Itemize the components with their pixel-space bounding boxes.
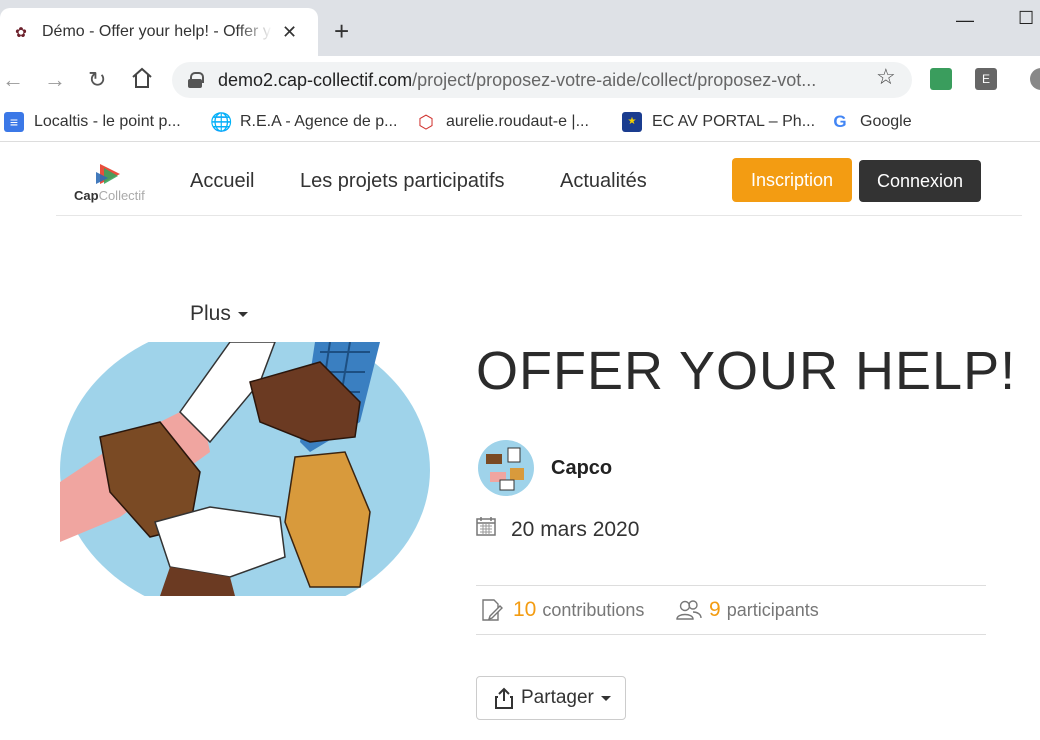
logo-text: CapCollectif [74,188,145,203]
bookmark-star-icon[interactable]: ☆ [876,64,896,90]
share-icon [495,687,513,709]
globe-icon: 🌐 [210,112,233,132]
logo-blue-triangle-icon [96,172,108,184]
author-avatar[interactable] [478,440,534,496]
nav-home-link[interactable]: Accueil [190,170,254,193]
bookmark-label: Localtis - le point p... [34,113,181,130]
participants-stat: 9 participants [709,598,819,622]
participants-label: participants [726,600,819,620]
site-header: CapCollectif Accueil Les projets partici… [56,150,1022,216]
tab-title: Démo - Offer your help! - Offer y [42,23,271,40]
contributions-count: 10 [513,598,537,621]
reload-icon[interactable]: ↻ [88,66,106,94]
browser-tab[interactable]: ✿ Démo - Offer your help! - Offer y ✕ [0,8,318,56]
project-date: 20 mars 2020 [511,518,640,541]
extension-sheets-icon[interactable] [930,68,952,90]
login-button[interactable]: Connexion [859,160,981,202]
tab-close-icon[interactable]: ✕ [282,22,297,43]
bookmark-label: Google [860,113,912,130]
home-icon[interactable] [130,66,154,97]
bookmarks-bar: ≡ Localtis - le point p... 🌐 R.E.A - Age… [0,104,1040,142]
project-cover-image [60,342,430,596]
address-bar[interactable]: demo2.cap-collectif.com/project/proposez… [172,62,912,98]
share-label: Partager [521,687,594,708]
bookmark-label: aurelie.roudaut-e |... [446,113,589,130]
eu-flag-icon: ★ [622,112,642,132]
bookmark-item[interactable]: ≡ Localtis - le point p... [4,112,181,132]
forward-icon[interactable]: → [44,66,66,94]
bookmark-item[interactable]: ⬡ aurelie.roudaut-e |... [416,112,589,132]
hexagon-icon: ⬡ [418,112,434,132]
users-icon [676,598,702,622]
more-dropdown[interactable]: Plus [190,302,248,326]
project-title: OFFER YOUR HELP! [476,341,1017,401]
browser-tab-bar: ✿ Démo - Offer your help! - Offer y ✕ + … [0,0,1040,56]
nav-projects-link[interactable]: Les projets participatifs [300,170,505,193]
profile-avatar-icon[interactable] [1030,68,1040,90]
url-text: demo2.cap-collectif.com/project/proposez… [218,69,817,90]
lock-icon [188,72,204,88]
bookmark-item[interactable]: G Google [830,112,912,132]
author-name[interactable]: Capco [551,457,612,480]
bookmark-item[interactable]: 🌐 R.E.A - Agence de p... [210,112,397,132]
participants-count: 9 [709,598,721,621]
calendar-icon [476,516,496,536]
minimize-icon[interactable]: — [956,10,974,31]
pencil-document-icon [480,598,504,622]
extension-e-icon[interactable]: E [975,68,997,90]
bookmark-label: R.E.A - Agence de p... [240,113,398,130]
back-icon[interactable]: ← [2,66,24,94]
share-button[interactable]: Partager [476,676,626,720]
bookmark-label: EC AV PORTAL – Ph... [652,113,816,130]
contributions-stat: 10 contributions [513,598,644,622]
contributions-label: contributions [542,600,645,620]
signup-button[interactable]: Inscription [732,158,852,202]
caret-down-icon [237,311,248,317]
more-dropdown-label: Plus [190,302,231,325]
site-logo[interactable]: CapCollectif [74,164,154,203]
new-tab-button[interactable]: + [334,17,349,45]
doc-icon: ≡ [4,112,24,132]
nav-news-link[interactable]: Actualités [560,170,647,193]
caret-down-icon [600,695,611,701]
browser-toolbar: ← → ↻ demo2.cap-collectif.com/project/pr… [0,56,1040,104]
project-stats: 10 contributions 9 participants [476,585,986,635]
google-icon: G [833,112,847,131]
bookmark-item[interactable]: ★ EC AV PORTAL – Ph... [622,112,815,132]
site-favicon-icon: ✿ [15,24,27,40]
maximize-icon[interactable]: ☐ [1018,8,1034,29]
